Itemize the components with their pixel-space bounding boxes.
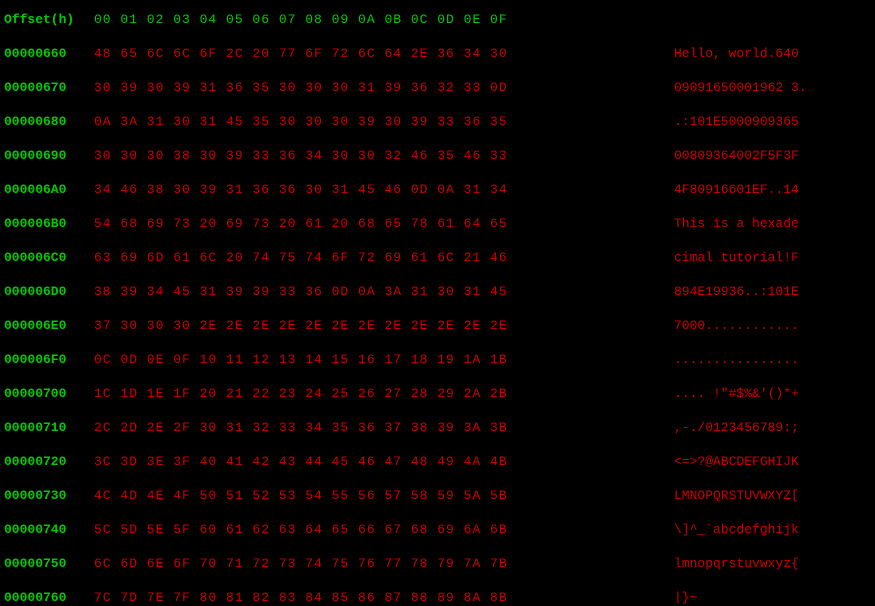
bytes-cell: 30 30 30 38 30 39 33 36 34 30 30 32 46 3…: [94, 148, 674, 163]
table-row: 000006C063 69 6D 61 6C 20 74 75 74 6F 72…: [0, 240, 875, 274]
table-row: 0000069030 30 30 38 30 39 33 36 34 30 30…: [0, 138, 875, 172]
bytes-cell: 38 39 34 45 31 39 39 33 36 0D 0A 3A 31 3…: [94, 284, 674, 299]
offset-cell: 00000750: [4, 556, 94, 571]
table-row: 000006B054 68 69 73 20 69 73 20 61 20 68…: [0, 206, 875, 240]
ascii-cell: <=>?@ABCDEFGHIJK: [674, 454, 854, 469]
bytes-cell: 37 30 30 30 2E 2E 2E 2E 2E 2E 2E 2E 2E 2…: [94, 318, 674, 333]
table-row: 0000067030 39 30 39 31 36 35 30 30 30 31…: [0, 70, 875, 104]
offset-cell: 00000740: [4, 522, 94, 537]
ascii-cell: 894E19936..:101E: [674, 284, 854, 299]
offset-cell: 000006B0: [4, 216, 94, 231]
ascii-cell: 4F80916601EF..14: [674, 182, 854, 197]
table-row: 000006A034 46 38 30 39 31 36 36 30 31 45…: [0, 172, 875, 206]
offset-cell: 00000660: [4, 46, 94, 61]
offset-cell: 00000760: [4, 590, 94, 605]
ascii-cell: \]^_`abcdefghijk: [674, 522, 854, 537]
bytes-cell: 1C 1D 1E 1F 20 21 22 23 24 25 26 27 28 2…: [94, 386, 674, 401]
offset-cell: 00000720: [4, 454, 94, 469]
bytes-cell: 54 68 69 73 20 69 73 20 61 20 68 65 78 6…: [94, 216, 674, 231]
offset-cell: 00000700: [4, 386, 94, 401]
table-row: 0000066048 65 6C 6C 6F 2C 20 77 6F 72 6C…: [0, 36, 875, 70]
bytes-cell: 48 65 6C 6C 6F 2C 20 77 6F 72 6C 64 2E 3…: [94, 46, 674, 61]
header-row: Offset(h) 00 01 02 03 04 05 06 07 08 09 …: [0, 2, 875, 36]
offset-cell: 000006F0: [4, 352, 94, 367]
table-row: 000007405C 5D 5E 5F 60 61 62 63 64 65 66…: [0, 512, 875, 546]
bytes-cell: 34 46 38 30 39 31 36 36 30 31 45 46 0D 0…: [94, 182, 674, 197]
offset-cell: 000006C0: [4, 250, 94, 265]
bytes-cell: 7C 7D 7E 7F 80 81 82 83 84 85 86 87 88 8…: [94, 590, 674, 605]
bytes-cell: 2C 2D 2E 2F 30 31 32 33 34 35 36 37 38 3…: [94, 420, 674, 435]
rows-container: 0000066048 65 6C 6C 6F 2C 20 77 6F 72 6C…: [0, 36, 875, 606]
hex-viewer: Offset(h) 00 01 02 03 04 05 06 07 08 09 …: [0, 0, 875, 606]
ascii-cell: This is a hexade: [674, 216, 854, 231]
table-row: 000006800A 3A 31 30 31 45 35 30 30 30 39…: [0, 104, 875, 138]
ascii-cell: lmnopqrstuvwxyz{: [674, 556, 854, 571]
offset-cell: 00000690: [4, 148, 94, 163]
table-row: 000007607C 7D 7E 7F 80 81 82 83 84 85 86…: [0, 580, 875, 606]
bytes-cell: 0A 3A 31 30 31 45 35 30 30 30 39 30 39 3…: [94, 114, 674, 129]
ascii-cell: Hello, world.640: [674, 46, 854, 61]
ascii-cell: |}~ : [674, 588, 854, 606]
bytes-cell: 0C 0D 0E 0F 10 11 12 13 14 15 16 17 18 1…: [94, 352, 674, 367]
ascii-cell: cimal tutorial!F: [674, 250, 854, 265]
ascii-cell: LMNOPQRSTUVWXYZ[: [674, 488, 854, 503]
table-row: 000007102C 2D 2E 2F 30 31 32 33 34 35 36…: [0, 410, 875, 444]
table-row: 000007203C 3D 3E 3F 40 41 42 43 44 45 46…: [0, 444, 875, 478]
table-row: 000006F00C 0D 0E 0F 10 11 12 13 14 15 16…: [0, 342, 875, 376]
table-row: 000007506C 6D 6E 6F 70 71 72 73 74 75 76…: [0, 546, 875, 580]
header-bytes: 00 01 02 03 04 05 06 07 08 09 0A 0B 0C 0…: [94, 12, 674, 27]
offset-cell: 00000730: [4, 488, 94, 503]
table-row: 000006E037 30 30 30 2E 2E 2E 2E 2E 2E 2E…: [0, 308, 875, 342]
header-offset: Offset(h): [4, 12, 94, 27]
table-row: 000007001C 1D 1E 1F 20 21 22 23 24 25 26…: [0, 376, 875, 410]
ascii-cell: 00809364002F5F3F: [674, 148, 854, 163]
offset-cell: 00000710: [4, 420, 94, 435]
ascii-cell: 09091650001962 3.: [674, 80, 854, 95]
bytes-cell: 30 39 30 39 31 36 35 30 30 30 31 39 36 3…: [94, 80, 674, 95]
offset-cell: 00000680: [4, 114, 94, 129]
bytes-cell: 6C 6D 6E 6F 70 71 72 73 74 75 76 77 78 7…: [94, 556, 674, 571]
bytes-cell: 4C 4D 4E 4F 50 51 52 53 54 55 56 57 58 5…: [94, 488, 674, 503]
ascii-cell: .... !"#$%&'()*+: [674, 386, 854, 401]
ascii-cell: 7000............: [674, 318, 854, 333]
offset-cell: 000006A0: [4, 182, 94, 197]
table-row: 000007304C 4D 4E 4F 50 51 52 53 54 55 56…: [0, 478, 875, 512]
table-row: 000006D038 39 34 45 31 39 39 33 36 0D 0A…: [0, 274, 875, 308]
ascii-cell: ,-./0123456789:;: [674, 420, 854, 435]
ascii-cell: .:101E5000909365: [674, 114, 854, 129]
bytes-cell: 3C 3D 3E 3F 40 41 42 43 44 45 46 47 48 4…: [94, 454, 674, 469]
bytes-cell: 63 69 6D 61 6C 20 74 75 74 6F 72 69 61 6…: [94, 250, 674, 265]
bytes-cell: 5C 5D 5E 5F 60 61 62 63 64 65 66 67 68 6…: [94, 522, 674, 537]
ascii-cell: ................: [674, 352, 854, 367]
offset-cell: 00000670: [4, 80, 94, 95]
offset-cell: 000006E0: [4, 318, 94, 333]
offset-cell: 000006D0: [4, 284, 94, 299]
